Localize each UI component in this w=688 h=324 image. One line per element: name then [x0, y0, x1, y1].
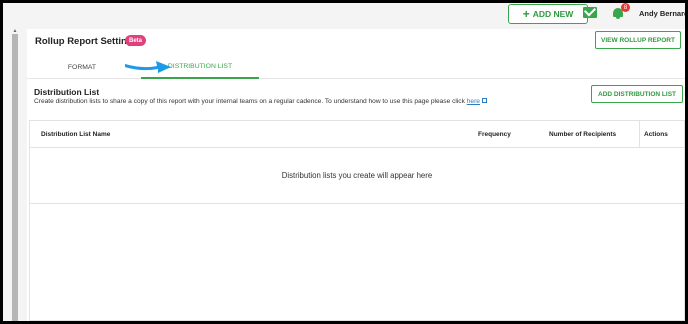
empty-state-message: Distribution lists you create will appea…: [30, 148, 684, 204]
add-distribution-list-button[interactable]: ADD DISTRIBUTION LIST: [591, 85, 683, 103]
bell-clapper: [616, 17, 620, 19]
section-title: Distribution List: [34, 87, 100, 97]
app-window: + ADD NEW 8 Andy Bernard ▲ Rollup Report…: [3, 3, 685, 321]
section-description: Create distribution lists to share a cop…: [34, 98, 487, 105]
view-rollup-report-button[interactable]: VIEW ROLLUP REPORT: [595, 31, 681, 49]
beta-badge: Beta: [125, 35, 147, 46]
column-header-name[interactable]: Distribution List Name: [41, 121, 110, 148]
add-new-button[interactable]: + ADD NEW: [508, 4, 588, 24]
column-header-recipients[interactable]: Number of Recipients: [549, 121, 616, 148]
page-title: Rollup Report Settings: [35, 36, 138, 47]
vertical-scrollbar[interactable]: [12, 34, 18, 321]
notification-badge: 8: [621, 3, 630, 12]
user-name[interactable]: Andy Bernard: [639, 9, 685, 18]
external-link-icon: [481, 98, 487, 103]
distribution-list-table: Distribution List Name Frequency Number …: [29, 120, 685, 321]
mail-icon[interactable]: [583, 7, 597, 18]
plus-icon: +: [522, 7, 530, 21]
column-header-actions: Actions: [639, 121, 684, 148]
help-link[interactable]: here: [467, 98, 480, 105]
add-new-label: ADD NEW: [532, 9, 574, 19]
report-settings-panel: Rollup Report Settings Beta VIEW ROLLUP …: [27, 29, 685, 321]
column-header-frequency[interactable]: Frequency: [478, 121, 511, 148]
table-header: Distribution List Name Frequency Number …: [30, 121, 684, 148]
tab-format[interactable]: FORMAT: [41, 55, 123, 79]
description-text: Create distribution lists to share a cop…: [34, 98, 465, 105]
top-bar: + ADD NEW 8 Andy Bernard: [3, 3, 685, 29]
pointer-arrow-icon: [125, 61, 171, 73]
